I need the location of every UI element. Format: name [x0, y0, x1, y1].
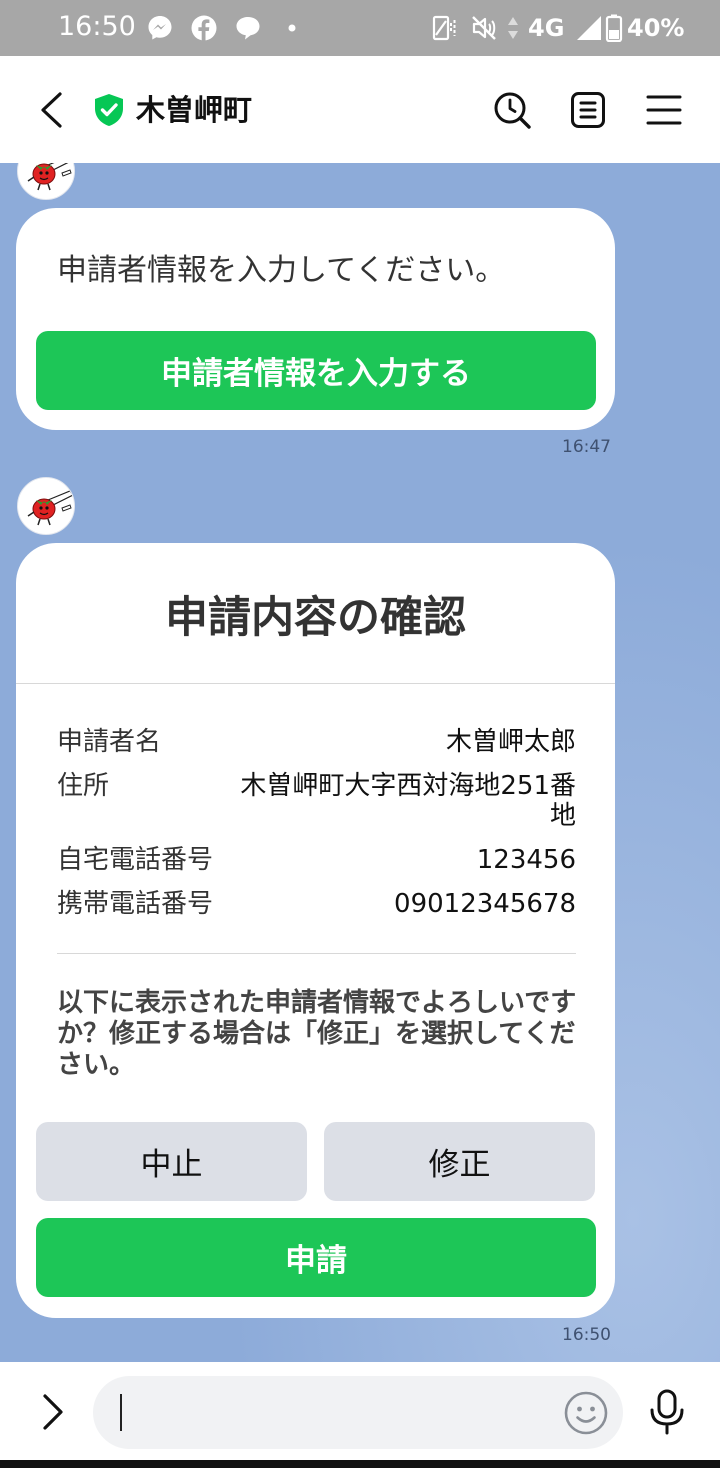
detail-value: 木曽岬町大字西対海地251番地 [240, 771, 576, 831]
notes-icon[interactable] [570, 91, 606, 129]
message-composer [0, 1362, 720, 1460]
chat-area[interactable]: 申請者情報を入力してください。 申請者情報を入力する 16:47 申請内容の確認… [0, 163, 720, 1362]
chat-title: 木曽岬町 [136, 93, 253, 127]
messenger-icon [148, 16, 172, 40]
message-time: 16:50 [562, 1325, 611, 1345]
chat-header: 木曽岬町 [0, 56, 720, 163]
battery-icon [605, 14, 623, 42]
menu-icon[interactable] [646, 94, 682, 126]
chat-bubble-icon [236, 17, 260, 40]
data-arrows-icon [508, 17, 518, 39]
detail-label: 住所 [57, 771, 110, 801]
mute-icon [472, 16, 496, 40]
tomato-mascot-icon [27, 163, 72, 191]
avatar[interactable] [17, 163, 75, 200]
detail-row: 自宅電話番号 123456 [57, 845, 576, 875]
network-type: 4G [528, 14, 565, 42]
system-nav-bar [0, 1460, 720, 1468]
battery-level: 40% [627, 14, 685, 42]
detail-row: 申請者名 木曽岬太郎 [57, 727, 576, 757]
detail-value: 木曽岬太郎 [445, 727, 576, 757]
edit-button[interactable]: 修正 [324, 1122, 595, 1201]
message-time: 16:47 [562, 437, 611, 457]
verified-shield-icon [95, 94, 123, 126]
nfc-icon [432, 15, 456, 41]
message-bubble: 申請者情報を入力してください。 申請者情報を入力する [16, 208, 615, 430]
detail-value: 123456 [476, 845, 576, 875]
back-icon[interactable] [38, 92, 64, 128]
message-text: 申請者情報を入力してください。 [57, 253, 506, 288]
emoji-icon[interactable] [563, 1390, 609, 1436]
text-cursor [120, 1394, 122, 1431]
detail-label: 自宅電話番号 [57, 845, 214, 875]
enter-applicant-info-button[interactable]: 申請者情報を入力する [36, 331, 596, 410]
cancel-button[interactable]: 中止 [36, 1122, 307, 1201]
avatar[interactable] [17, 477, 75, 535]
history-search-icon[interactable] [492, 90, 532, 130]
submit-button[interactable]: 申請 [36, 1218, 596, 1297]
divider [16, 683, 615, 684]
expand-icon[interactable] [40, 1394, 66, 1430]
message-input[interactable] [93, 1376, 623, 1449]
detail-label: 携帯電話番号 [57, 889, 214, 919]
detail-value: 09012345678 [394, 889, 576, 919]
status-bar: 16:50 4G 40% [0, 0, 720, 56]
signal-icon [577, 16, 601, 40]
applicant-details: 申請者名 木曽岬太郎 住所 木曽岬町大字西対海地251番地 自宅電話番号 123… [57, 727, 576, 933]
tomato-mascot-icon [27, 490, 74, 526]
detail-label: 申請者名 [57, 727, 162, 757]
dot-icon [288, 24, 296, 32]
microphone-icon[interactable] [648, 1389, 686, 1435]
divider [57, 953, 576, 954]
confirmation-title: 申請内容の確認 [165, 592, 466, 643]
detail-row: 住所 木曽岬町大字西対海地251番地 [57, 771, 576, 831]
status-time: 16:50 [58, 11, 136, 42]
confirmation-prompt: 以下に表示された申請者情報でよろしいですか？修正する場合は「修正」を選択してくだ… [57, 988, 577, 1080]
detail-row: 携帯電話番号 09012345678 [57, 889, 576, 919]
confirmation-card: 申請内容の確認 申請者名 木曽岬太郎 住所 木曽岬町大字西対海地251番地 自宅… [16, 543, 615, 1318]
facebook-icon [191, 15, 217, 41]
